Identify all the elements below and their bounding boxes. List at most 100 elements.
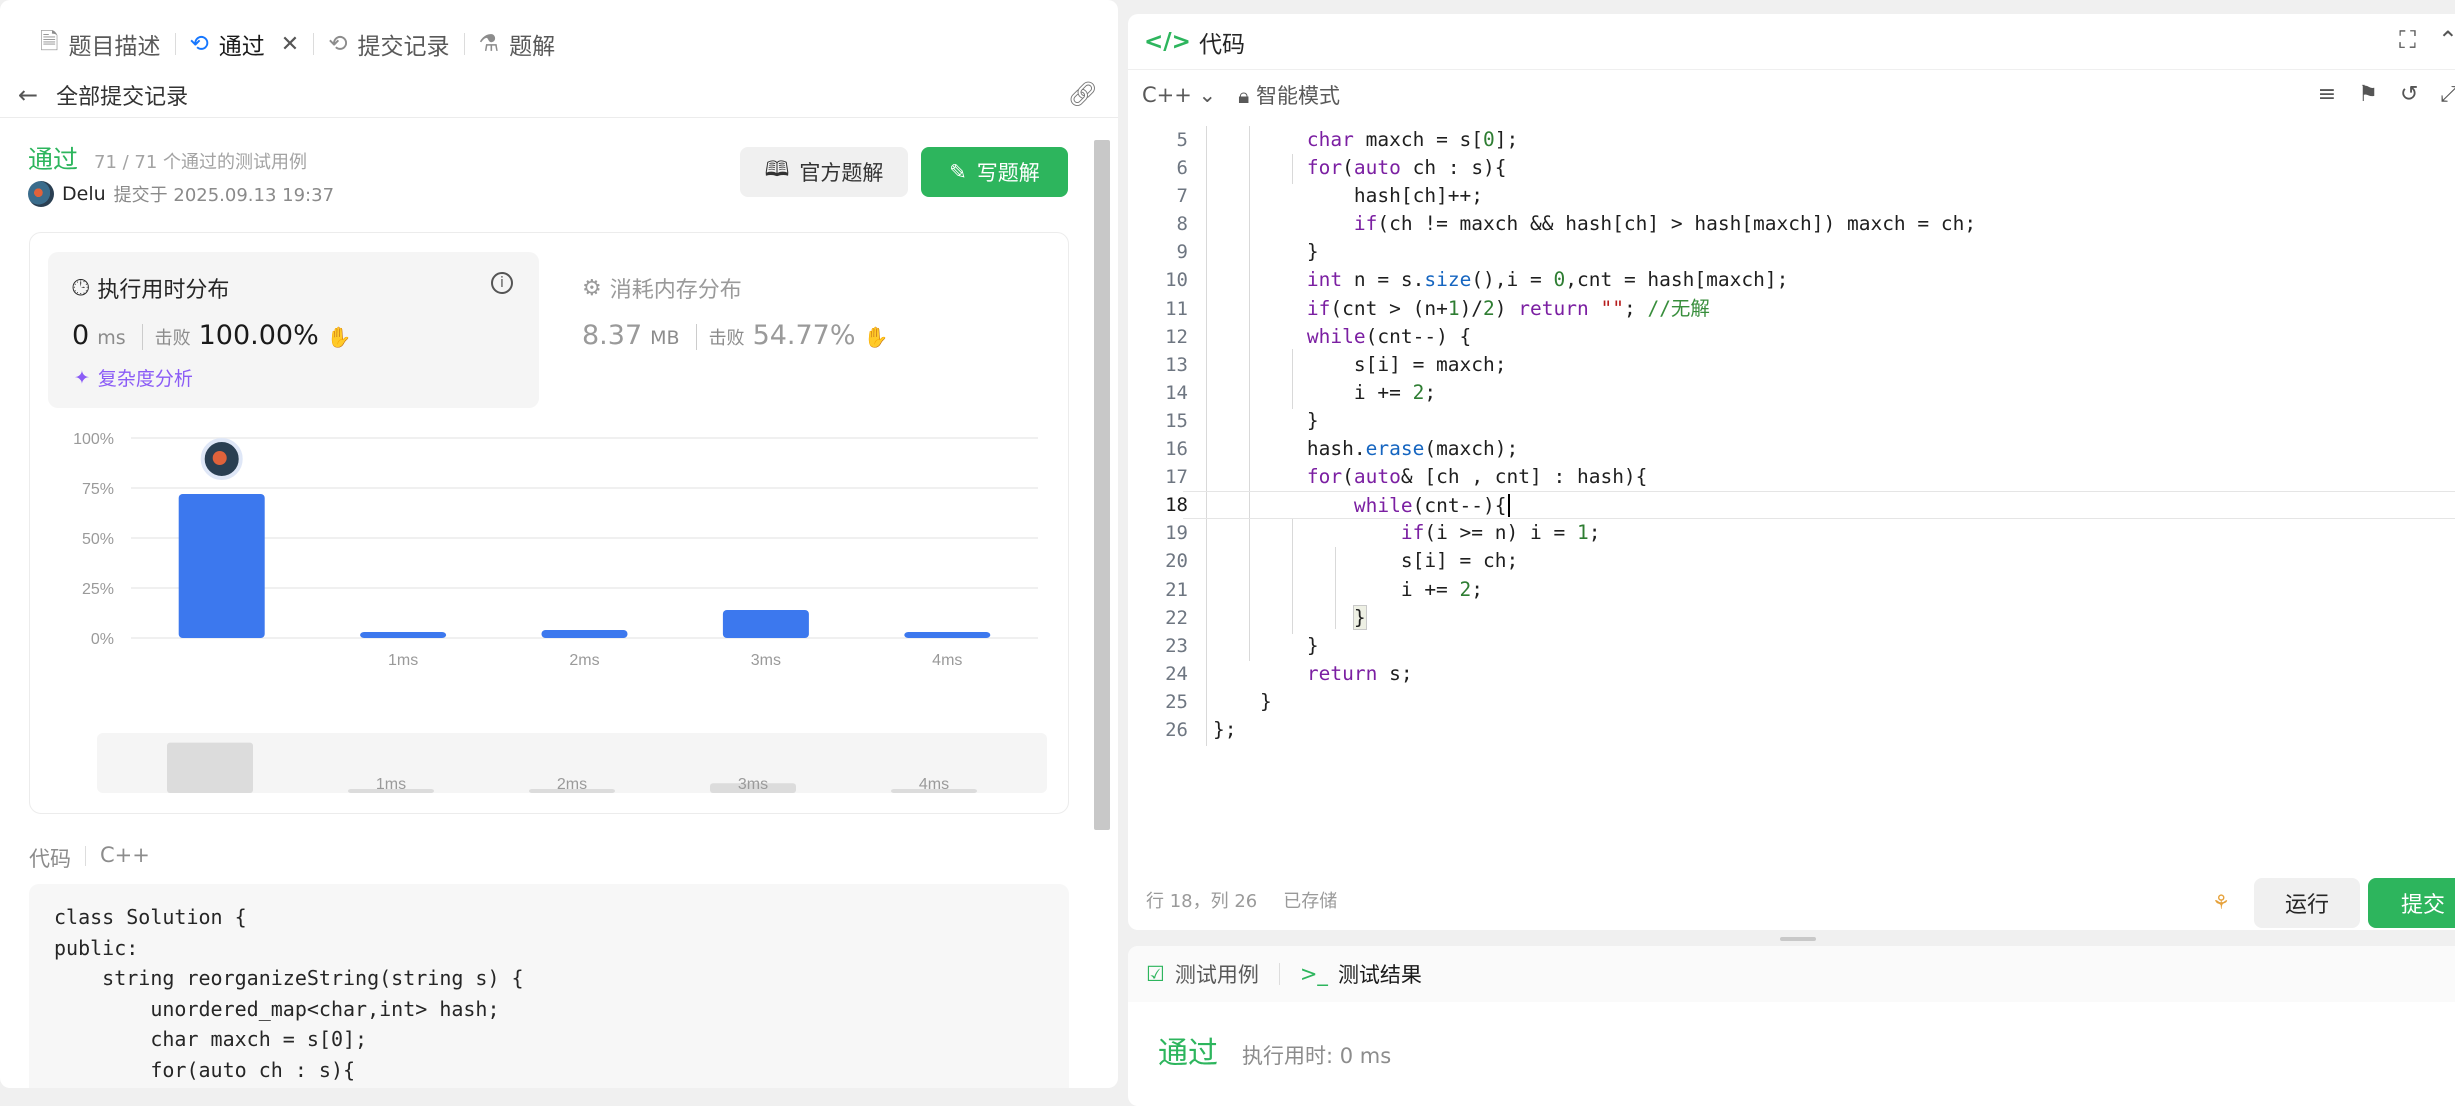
- tab-test-result[interactable]: >_ 测试结果: [1300, 959, 1422, 989]
- write-solution-button[interactable]: ✎ 写题解: [921, 147, 1068, 197]
- info-icon[interactable]: i: [491, 272, 513, 294]
- runtime-title-label: 执行用时分布: [97, 278, 230, 303]
- chart-bar: [904, 632, 991, 638]
- official-solution-button[interactable]: 🕮︎ 官方题解: [740, 147, 908, 197]
- code-line-current: while(cnt--){: [1183, 491, 2455, 520]
- line-number: 10: [1165, 269, 1188, 292]
- submission-panel: 🗎 题目描述 ⟲ 通过 ✕ ⟲ 提交记录 ⚗ 题解 ← 全部提交记录 🔗︎ 通过…: [0, 0, 1118, 1088]
- language-label: C++: [1142, 83, 1192, 107]
- panel-resize-handle[interactable]: [1780, 937, 1816, 941]
- submission-subheader: ← 全部提交记录 🔗︎: [0, 72, 1118, 118]
- line-number: 24: [1165, 662, 1188, 685]
- scrollbar[interactable]: [1094, 140, 1110, 830]
- line-number: 17: [1165, 466, 1188, 489]
- line-number-gutter: 5 6 7 8 9 10 11 12 13 14 15 16 17 18 19 20 21 22 23 24 25 26: [1128, 126, 1188, 744]
- chart-bar: [722, 610, 809, 638]
- x-tick-label: 3ms: [751, 652, 781, 669]
- runtime-distribution-tab[interactable]: 🕒︎ 执行用时分布 i 0 ms 击败 100.00% ✋ ✦ 复杂度分析: [48, 252, 539, 408]
- code-line: string reorganizeString(string s) {: [54, 966, 524, 990]
- code-line: char maxch = s[0];: [54, 1027, 368, 1051]
- tab-description[interactable]: 🗎 题目描述: [26, 16, 175, 72]
- code-line: s[i] = ch;: [1213, 549, 1519, 573]
- line-number: 7: [1176, 185, 1188, 208]
- link-icon[interactable]: 🔗︎: [1068, 80, 1098, 108]
- line-number: 12: [1165, 325, 1188, 348]
- format-icon[interactable]: ≡: [2318, 82, 2336, 107]
- editor-toolbar-actions: ≡ ⚑ ↺ ⤢: [2318, 82, 2455, 107]
- code-line: }: [1213, 240, 1319, 264]
- tab-testcase-label: 测试用例: [1174, 963, 1259, 987]
- minimap-bar: [167, 742, 253, 793]
- minimap-label: 2ms: [557, 776, 587, 793]
- write-solution-label: 写题解: [976, 161, 1040, 185]
- fullscreen-icon[interactable]: ⛶: [2399, 26, 2416, 54]
- code-editor[interactable]: char maxch = s[0]; for(auto ch : s){ has…: [1183, 126, 2455, 744]
- line-number: 22: [1165, 606, 1188, 629]
- left-tab-bar: 🗎 题目描述 ⟲ 通过 ✕ ⟲ 提交记录 ⚗ 题解: [0, 16, 1118, 72]
- avatar[interactable]: [28, 181, 54, 207]
- runtime-title: 🕒︎ 执行用时分布: [72, 272, 229, 304]
- history-icon: ⟲: [328, 31, 348, 57]
- clap-icon: ✋: [863, 325, 889, 349]
- editor-window-controls: ⛶ ⌃: [2399, 26, 2455, 54]
- y-tick-label: 100%: [73, 431, 114, 448]
- smart-mode-label: 智能模式: [1256, 84, 1341, 108]
- code-line: if(cnt > (n+1)/2) return ""; //无解: [1306, 296, 1710, 320]
- back-arrow-icon[interactable]: ←: [18, 81, 38, 109]
- line-number: 19: [1165, 522, 1188, 545]
- terminal-icon: >_: [1299, 962, 1328, 986]
- tab-accepted[interactable]: ⟲ 通过 ✕: [176, 16, 314, 72]
- code-line: unordered_map<char,int> hash;: [54, 996, 500, 1021]
- line-number: 25: [1165, 690, 1188, 713]
- memory-distribution-tab[interactable]: ⚙ 消耗内存分布 8.37 MB 击败 54.77% ✋: [560, 252, 1051, 408]
- code-icon: </>: [1144, 28, 1191, 55]
- language-select[interactable]: C++ ⌄: [1142, 83, 1216, 107]
- run-button[interactable]: 运行: [2254, 878, 2360, 928]
- code-line: while(cnt--) {: [1306, 324, 1472, 348]
- debug-icon[interactable]: ⚘: [2212, 890, 2230, 914]
- expand-icon[interactable]: ⤢: [2440, 82, 2455, 107]
- close-icon[interactable]: ✕: [281, 32, 299, 57]
- smart-mode-toggle[interactable]: 🔒︎ 智能模式: [1238, 80, 1340, 110]
- x-tick-label: 4ms: [932, 652, 962, 669]
- history-icon: ⟲: [189, 31, 209, 57]
- code-language: C++: [100, 843, 150, 867]
- y-tick-label: 0%: [91, 631, 114, 648]
- flask-icon: ⚗: [478, 31, 500, 57]
- line-number: 11: [1165, 297, 1188, 320]
- reset-icon[interactable]: ↺: [2400, 82, 2418, 107]
- author-name[interactable]: Delu: [62, 183, 106, 205]
- status-accepted: 通过: [28, 145, 79, 174]
- runtime-distribution-chart: 100% 75% 50% 25% 0% 1ms 2ms 3ms 4ms: [73, 431, 1038, 669]
- complexity-analysis-link[interactable]: ✦ 复杂度分析: [74, 364, 193, 391]
- indent-guide: [1206, 126, 1207, 746]
- editor-toolbar: C++ ⌄ 🔒︎ 智能模式 ≡ ⚑ ↺ ⤢: [1128, 70, 2455, 120]
- all-submissions-link[interactable]: 全部提交记录: [56, 79, 188, 111]
- memory-values: 8.37 MB 击败 54.77% ✋: [582, 320, 888, 351]
- memory-beat-label: 击败: [695, 324, 745, 350]
- line-number: 5: [1176, 129, 1188, 151]
- bookmark-icon[interactable]: ⚑: [2358, 82, 2378, 107]
- tab-submissions[interactable]: ⟲ 提交记录: [314, 16, 463, 72]
- official-solution-label: 官方题解: [799, 161, 884, 185]
- code-line: i += 2;: [1213, 577, 1484, 601]
- chart-bar: [541, 630, 628, 638]
- y-tick-label: 25%: [82, 581, 114, 598]
- runtime-value: 0: [72, 320, 90, 351]
- test-result-summary: 通过 执行用时: 0 ms: [1158, 1028, 1391, 1072]
- cursor-position: 行 18，列 26: [1146, 891, 1258, 912]
- clock-icon: 🕒︎: [72, 275, 90, 301]
- code-line: if(i >= n) i = 1;: [1400, 521, 1601, 545]
- chart-range-minimap[interactable]: 1ms 2ms 3ms 4ms: [97, 733, 1047, 793]
- edit-icon: ✎: [949, 160, 967, 184]
- tab-testcase[interactable]: ☑ 测试用例: [1146, 959, 1259, 989]
- chevron-up-icon[interactable]: ⌃: [2438, 26, 2455, 54]
- code-line: }: [1213, 408, 1319, 432]
- submit-button[interactable]: 提交: [2368, 878, 2455, 928]
- save-status: 已存储: [1283, 891, 1338, 912]
- runtime-beat-label: 击败: [141, 324, 191, 350]
- memory-title: ⚙ 消耗内存分布: [582, 272, 742, 304]
- tab-solutions[interactable]: ⚗ 题解: [465, 16, 570, 72]
- sparkle-icon: ✦: [74, 366, 90, 389]
- code-line: hash[ch]++;: [1213, 184, 1484, 208]
